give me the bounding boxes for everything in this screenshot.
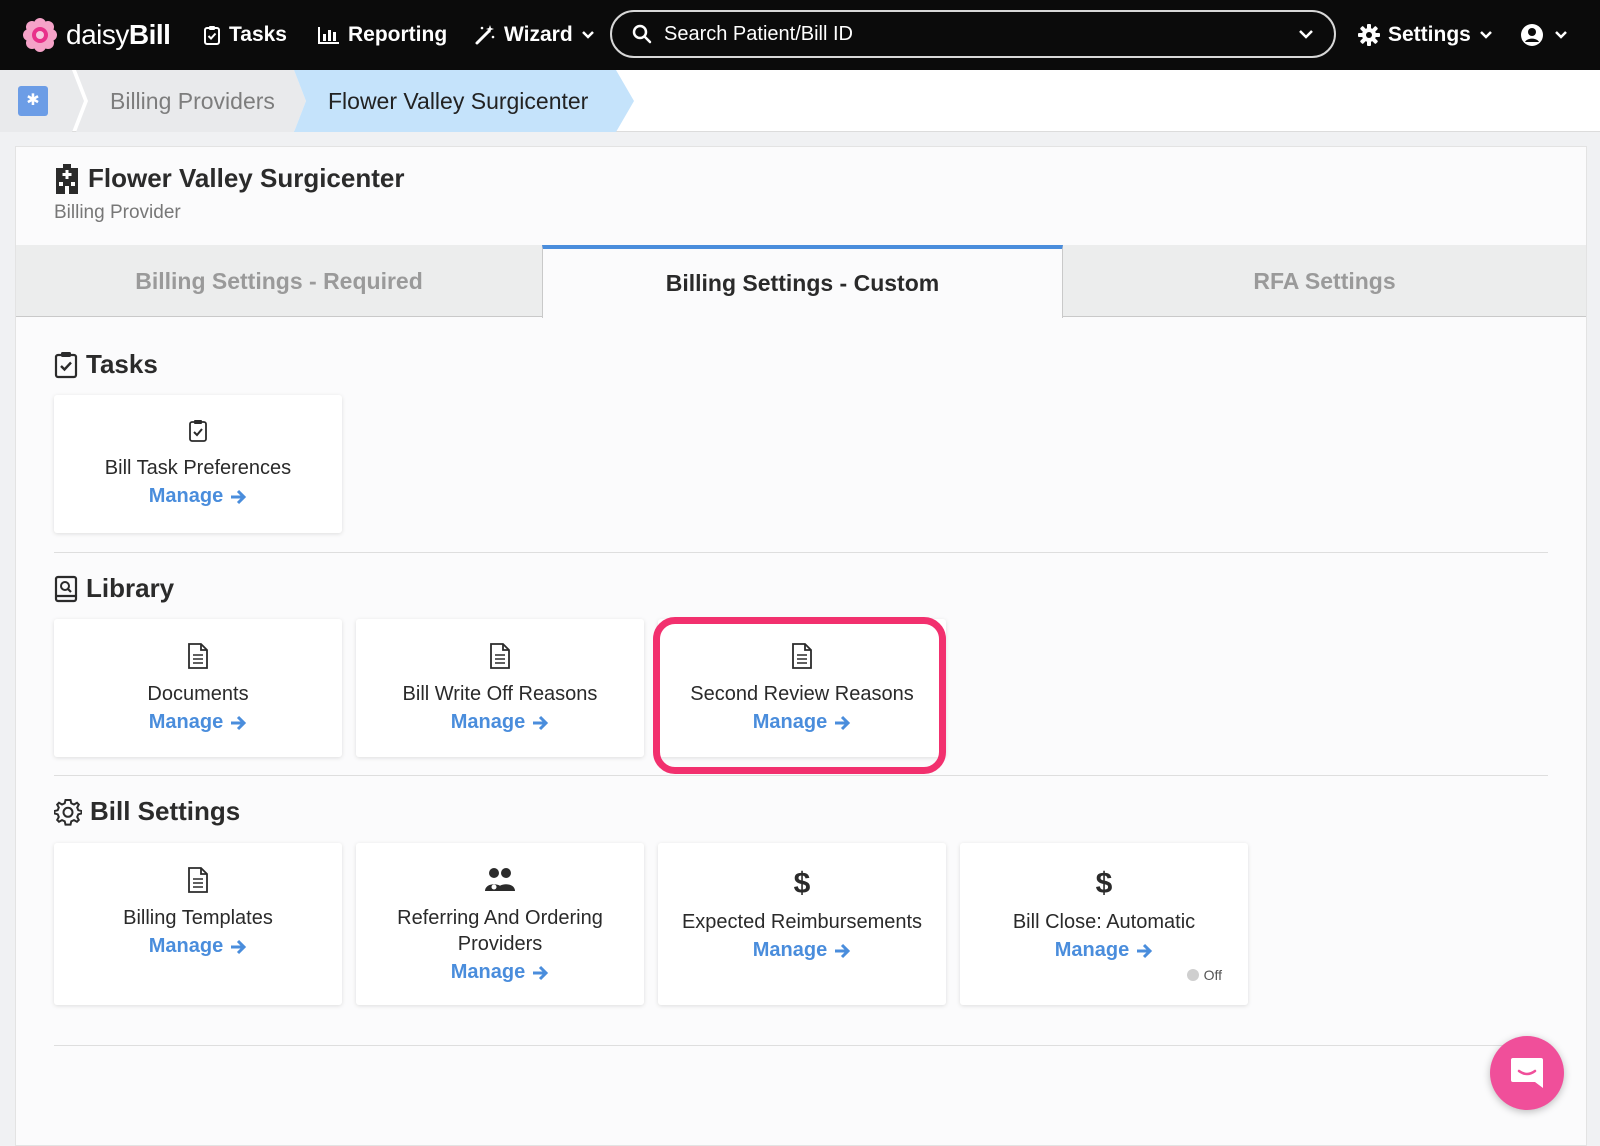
users-icon (485, 868, 515, 891)
provider-type: Billing Provider (54, 202, 181, 223)
gear-icon (54, 798, 82, 826)
tile-bill-close-automatic[interactable]: $ Bill Close: Automatic Manage Off (960, 843, 1248, 1005)
clipboard-check-icon (204, 26, 220, 45)
arrow-right-icon (533, 715, 549, 730)
tile-second-review-reasons[interactable]: Second Review Reasons Manage (658, 619, 946, 757)
breadcrumb-billing-providers[interactable]: Billing Providers (76, 70, 306, 132)
toggle-indicator (1186, 969, 1199, 981)
top-nav: daisyBill Tasks Reporting Wizard Search … (0, 0, 1600, 70)
section-bill-settings-title: Bill Settings (54, 796, 240, 827)
manage-link[interactable]: Manage (149, 935, 247, 958)
arrow-right-icon (231, 715, 247, 730)
arrow-right-icon (835, 943, 851, 958)
arrow-right-icon (231, 939, 247, 954)
document-icon (792, 643, 812, 669)
nav-settings-label: Settings (1388, 23, 1471, 46)
tile-label: Bill Close: Automatic (1012, 911, 1196, 933)
section-divider (54, 775, 1548, 776)
provider-header: Flower Valley Surgicenter Billing Provid… (54, 163, 404, 224)
manage-link[interactable]: Manage (149, 485, 247, 508)
manage-link[interactable]: Manage (1055, 939, 1153, 962)
search-placeholder: Search Patient/Bill ID (664, 22, 853, 45)
chevron-down-icon (1555, 31, 1567, 39)
hospital-building-icon (56, 163, 78, 194)
search-patient-bill-input[interactable]: Search Patient/Bill ID (610, 10, 1336, 58)
tile-label: Bill Task Preferences (104, 457, 292, 479)
document-icon (188, 867, 208, 893)
auto-close-toggle[interactable]: Off (1186, 967, 1222, 983)
tile-label: Documents (147, 683, 249, 705)
breadcrumb: ✱ Billing Providers Flower Valley Surgic… (0, 70, 1600, 132)
tab-rfa-settings[interactable]: RFA Settings (1063, 245, 1586, 317)
document-icon (490, 643, 510, 669)
tile-label: Bill Write Off Reasons (402, 683, 598, 705)
daisybill-logo[interactable]: daisyBill (22, 15, 171, 55)
settings-tabs: Billing Settings - Required Billing Sett… (16, 245, 1586, 318)
home-icon: ✱ (18, 86, 48, 116)
breadcrumb-home[interactable]: ✱ (0, 70, 84, 132)
section-divider (54, 1045, 1548, 1046)
document-icon (188, 643, 208, 669)
chevron-down-icon[interactable] (1298, 29, 1314, 39)
section-tasks-title: Tasks (54, 349, 158, 380)
bar-chart-icon (318, 27, 339, 44)
chevron-down-icon (581, 31, 594, 39)
tab-billing-settings-required[interactable]: Billing Settings - Required (16, 245, 542, 317)
chevron-down-icon (1479, 31, 1492, 39)
nav-wizard[interactable]: Wizard (474, 20, 603, 50)
manage-link[interactable]: Manage (149, 711, 247, 734)
tile-bill-task-preferences[interactable]: Bill Task Preferences Manage (54, 395, 342, 533)
nav-tasks[interactable]: Tasks (203, 20, 287, 50)
library-book-icon (54, 575, 78, 602)
arrow-right-icon (1137, 943, 1153, 958)
manage-link[interactable]: Manage (451, 711, 549, 734)
tile-documents[interactable]: Documents Manage (54, 619, 342, 757)
tile-label: Billing Templates (123, 907, 273, 929)
nav-tasks-label: Tasks (229, 23, 287, 46)
breadcrumb-current-provider: Flower Valley Surgicenter (294, 70, 634, 132)
chat-bubble-icon (1511, 1058, 1543, 1088)
search-icon (632, 24, 652, 44)
tile-label: Second Review Reasons (690, 683, 914, 705)
user-circle-icon (1521, 24, 1543, 46)
arrow-right-icon (231, 489, 247, 504)
tile-bill-write-off-reasons[interactable]: Bill Write Off Reasons Manage (356, 619, 644, 757)
svg-text:$: $ (794, 867, 811, 897)
tile-referring-and-ordering-providers[interactable]: Referring And Ordering Providers Manage (356, 843, 644, 1005)
clipboard-check-icon (189, 420, 207, 442)
tile-label: Expected Reimbursements (681, 911, 923, 933)
nav-reporting[interactable]: Reporting (318, 20, 447, 50)
manage-link[interactable]: Manage (753, 939, 851, 962)
clipboard-check-icon (54, 351, 78, 378)
chat-launcher-button[interactable] (1490, 1036, 1564, 1110)
tile-expected-reimbursements[interactable]: $ Expected Reimbursements Manage (658, 843, 946, 1005)
provider-name: Flower Valley Surgicenter (88, 163, 405, 193)
dollar-icon: $ (1096, 867, 1113, 897)
tile-billing-templates[interactable]: Billing Templates Manage (54, 843, 342, 1005)
nav-reporting-label: Reporting (348, 23, 448, 46)
brand-name: daisyBill (66, 19, 171, 50)
nav-wizard-label: Wizard (504, 23, 573, 46)
svg-text:$: $ (1096, 867, 1113, 897)
nav-settings[interactable]: Settings (1358, 20, 1501, 50)
section-library-title: Library (54, 573, 174, 604)
manage-link[interactable]: Manage (451, 961, 549, 984)
gear-icon (1358, 24, 1380, 46)
magic-wand-icon (475, 25, 495, 45)
section-divider (54, 552, 1548, 553)
arrow-right-icon (835, 715, 851, 730)
arrow-right-icon (533, 965, 549, 980)
user-menu[interactable] (1520, 20, 1576, 50)
toggle-label: Off (1203, 967, 1222, 983)
dollar-icon: $ (794, 867, 811, 897)
tab-billing-settings-custom[interactable]: Billing Settings - Custom (542, 245, 1063, 318)
provider-settings-card: Flower Valley Surgicenter Billing Provid… (15, 146, 1587, 1146)
manage-link[interactable]: Manage (753, 711, 851, 734)
daisy-flower-icon (23, 18, 57, 52)
tile-label: Referring And Ordering Providers (397, 907, 603, 955)
